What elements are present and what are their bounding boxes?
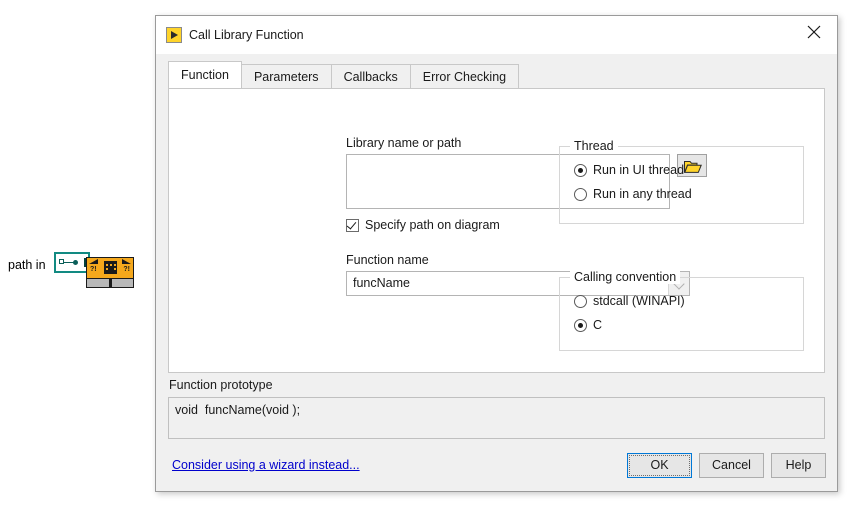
radio-c[interactable]: C xyxy=(574,318,602,332)
radio-stdcall[interactable]: stdcall (WINAPI) xyxy=(574,294,685,308)
radio-label: Run in UI thread xyxy=(593,163,685,177)
radio-indicator xyxy=(574,163,587,177)
ok-button-label: OK xyxy=(650,458,669,472)
path-in-label: path in xyxy=(8,258,46,272)
calling-convention-group-title: Calling convention xyxy=(570,270,681,284)
radio-label: stdcall (WINAPI) xyxy=(593,294,685,308)
specify-path-checkbox[interactable]: Specify path on diagram xyxy=(346,218,500,232)
radio-indicator xyxy=(574,294,587,308)
close-icon[interactable] xyxy=(791,16,837,46)
path-control-terminal[interactable] xyxy=(54,252,90,273)
specify-path-label: Specify path on diagram xyxy=(365,218,500,232)
dialog-titlebar: Call Library Function xyxy=(156,16,837,55)
function-prototype-text: void funcName(void ); xyxy=(175,403,301,417)
checkbox-box xyxy=(346,218,359,232)
building-icon xyxy=(104,261,117,274)
dialog-title: Call Library Function xyxy=(189,28,304,42)
call-library-function-node[interactable]: ?! ?! xyxy=(86,257,134,288)
function-name-value: funcName xyxy=(353,276,410,290)
function-name-label: Function name xyxy=(346,253,429,267)
radio-label: C xyxy=(593,318,603,332)
tab-error-checking[interactable]: Error Checking xyxy=(409,64,520,88)
help-button[interactable]: Help xyxy=(771,453,826,478)
radio-label: Run in any thread xyxy=(593,187,692,201)
block-diagram: path in ?! ?! xyxy=(0,240,160,300)
tab-callbacks[interactable]: Callbacks xyxy=(330,64,411,88)
question-mark-left-icon: ?! xyxy=(90,266,97,273)
node-terminal-bar xyxy=(87,278,133,287)
path-glyph-icon xyxy=(59,259,79,267)
radio-indicator xyxy=(574,187,587,201)
wizard-link[interactable]: Consider using a wizard instead... xyxy=(172,458,360,472)
tab-function[interactable]: Function xyxy=(168,61,242,88)
function-prototype-label: Function prototype xyxy=(169,378,273,392)
thread-groupbox: Thread Run in UI thread Run in any threa… xyxy=(559,139,804,224)
library-name-label: Library name or path xyxy=(346,136,462,150)
labview-vi-icon xyxy=(166,27,182,43)
radio-indicator xyxy=(574,318,587,332)
tabstrip: Function Parameters Callbacks Error Chec… xyxy=(168,61,520,88)
crane-right-icon xyxy=(122,259,131,264)
calling-convention-groupbox: Calling convention stdcall (WINAPI) C xyxy=(559,270,804,351)
function-prototype-box: void funcName(void ); xyxy=(168,397,825,439)
thread-group-title: Thread xyxy=(570,139,618,153)
function-tab-panel: Library name or path Specify path on dia… xyxy=(168,88,825,373)
radio-run-in-any-thread[interactable]: Run in any thread xyxy=(574,187,692,201)
cancel-button[interactable]: Cancel xyxy=(699,453,764,478)
ok-button[interactable]: OK xyxy=(627,453,692,478)
call-library-function-dialog: Call Library Function Function Parameter… xyxy=(155,15,838,492)
question-mark-right-icon: ?! xyxy=(123,266,130,273)
crane-left-icon xyxy=(89,259,98,264)
radio-run-in-ui-thread[interactable]: Run in UI thread xyxy=(574,163,684,177)
tab-parameters[interactable]: Parameters xyxy=(240,64,332,88)
